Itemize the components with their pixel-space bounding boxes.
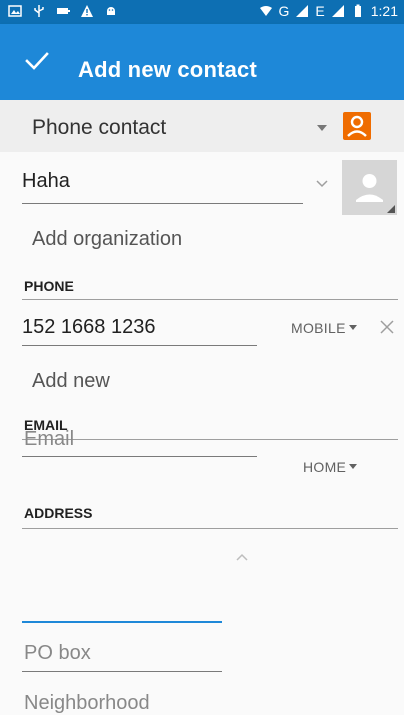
name-field-underline — [22, 203, 303, 204]
dropdown-arrow-icon — [348, 324, 357, 330]
neighborhood-field[interactable]: Neighborhood — [24, 692, 150, 715]
phone-number-field[interactable]: 152 1668 1236 — [22, 316, 155, 339]
po-box-underline — [22, 671, 222, 672]
name-field[interactable]: Haha — [22, 170, 302, 202]
expand-name-icon[interactable] — [316, 180, 328, 188]
email-type-dropdown[interactable]: HOME — [303, 459, 358, 475]
usb-icon — [34, 5, 44, 17]
android-debug-icon — [107, 7, 115, 15]
warning-icon — [81, 5, 93, 17]
page-title: Add new contact — [78, 57, 258, 82]
account-badge-icon — [343, 112, 371, 140]
chevron-up-icon[interactable] — [236, 553, 248, 561]
photo-corner-indicator — [387, 205, 395, 213]
image-icon — [8, 5, 22, 17]
add-new-phone-button[interactable]: Add new — [32, 370, 110, 393]
phone-type-dropdown[interactable]: MOBILE — [291, 320, 357, 336]
status-time: 1:21 — [370, 3, 398, 19]
address-section-divider — [22, 528, 398, 529]
close-icon[interactable] — [378, 318, 396, 336]
email-field-underline — [22, 456, 257, 457]
status-notification-icons — [8, 4, 118, 18]
phone-section-header: PHONE — [24, 278, 74, 294]
check-icon[interactable] — [22, 46, 52, 76]
dropdown-arrow-icon — [349, 463, 358, 469]
account-label: Phone contact — [32, 116, 167, 139]
email-field[interactable]: Email — [24, 428, 74, 451]
phone-field-underline — [22, 345, 257, 346]
dropdown-arrow-icon — [317, 125, 327, 131]
wifi-icon — [259, 6, 272, 16]
network-type-label-2: E — [315, 3, 325, 19]
phone-section-divider — [22, 299, 398, 300]
phone-type-label: MOBILE — [291, 320, 346, 336]
add-organization-button[interactable]: Add organization — [32, 228, 182, 251]
address-section-header: ADDRESS — [24, 505, 93, 521]
network-type-label: G — [278, 3, 290, 19]
contact-photo-button[interactable] — [342, 160, 397, 215]
email-section-divider — [22, 439, 398, 440]
status-bar: G E 1:21 — [0, 0, 404, 24]
street-field-underline[interactable] — [22, 621, 222, 623]
email-type-label: HOME — [303, 459, 347, 475]
battery-saver-icon — [57, 8, 70, 14]
account-selector[interactable]: Phone contact — [0, 100, 404, 152]
status-system-icons: G E 1:21 — [259, 3, 398, 19]
battery-icon — [354, 4, 361, 17]
app-bar: Add new contact — [0, 24, 404, 100]
signal-icon-2 — [331, 5, 344, 17]
po-box-field[interactable]: PO box — [24, 642, 91, 665]
signal-icon — [296, 5, 309, 17]
